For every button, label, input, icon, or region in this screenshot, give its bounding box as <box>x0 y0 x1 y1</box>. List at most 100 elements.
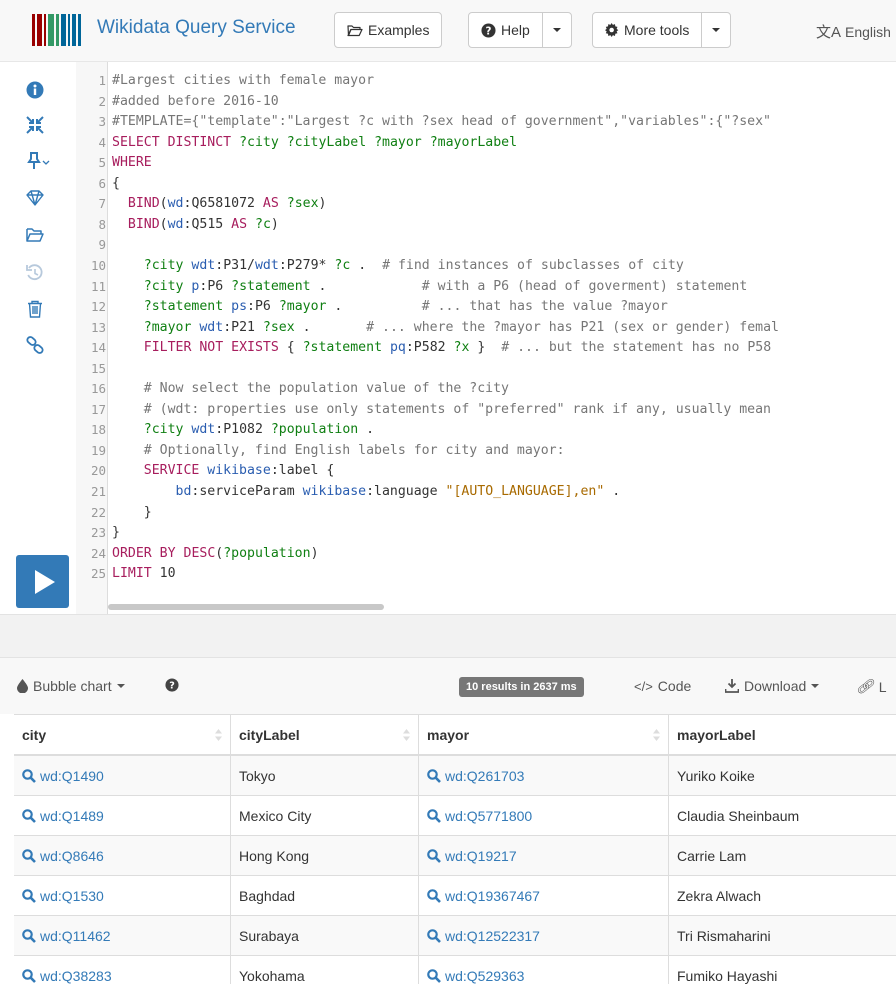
cell-text: wd:Q38283 <box>40 968 112 984</box>
query-editor[interactable]: 1 #Largest cities with female mayor 2 #adde… <box>76 62 896 614</box>
table-cell: Fumiko Hayashi <box>669 956 896 984</box>
wikidata-logo[interactable] <box>32 14 84 46</box>
entity-link[interactable]: wd:Q1490 <box>14 756 231 796</box>
code-text: SELECT DISTINCT ?city ?cityLabel ?mayor … <box>112 134 518 150</box>
entity-link[interactable]: wd:Q529363 <box>419 956 669 984</box>
info-icon[interactable] <box>24 79 46 101</box>
run-query-button[interactable] <box>16 555 69 608</box>
editor-horizontal-scrollbar[interactable] <box>108 604 384 610</box>
line-number: 21 <box>90 484 106 499</box>
line-number: 4 <box>98 134 106 150</box>
line-number: 23 <box>90 525 106 541</box>
translate-icon: 文A <box>816 24 842 41</box>
code-text: LIMIT 10 <box>112 566 176 582</box>
entity-link[interactable]: wd:Q1530 <box>14 876 231 916</box>
code-text: #added before 2016-10 <box>112 93 279 109</box>
more-tools-button[interactable]: More tools <box>592 12 732 48</box>
caret-down-icon <box>116 684 125 688</box>
cell-text: wd:Q1490 <box>40 768 104 784</box>
help-results-icon[interactable]: ? <box>165 678 179 692</box>
editor-results-divider[interactable] <box>0 614 896 658</box>
results-toolbar: Bubble chart ? </> Code Download 🔗︎ L <box>0 658 896 714</box>
code-text: ?statement ps:P6 ?mayor . # ... that has… <box>143 299 668 315</box>
language-label: English <box>845 24 891 40</box>
entity-link[interactable]: wd:Q19217 <box>419 836 669 876</box>
table-cell: Claudia Sheinbaum <box>669 796 896 836</box>
column-header-mayor[interactable]: mayor <box>419 715 669 755</box>
entity-link[interactable]: wd:Q1489 <box>14 796 231 836</box>
line-number: 13 <box>90 319 106 335</box>
code-button[interactable]: </> Code <box>634 678 691 694</box>
brand-title[interactable]: Wikidata Query Service <box>97 17 296 39</box>
pin-icon[interactable] <box>24 150 54 172</box>
link-results-button[interactable]: 🔗︎ L <box>856 678 887 695</box>
line-number: 12 <box>90 299 106 315</box>
line-number: 10 <box>90 257 106 273</box>
cell-text: wd:Q1489 <box>40 808 104 824</box>
entity-link[interactable]: wd:Q38283 <box>14 956 231 984</box>
table-row: wd:Q1490 Tokyo wd:Q261703 Yuriko Koike <box>14 756 896 796</box>
cell-text: Yuriko Koike <box>677 768 755 784</box>
search-icon <box>22 929 36 943</box>
code-text: FILTER NOT EXISTS { ?statement pq:P582 ?… <box>143 340 772 356</box>
entity-link[interactable]: wd:Q5771800 <box>419 796 669 836</box>
search-icon <box>22 769 36 783</box>
line-number: 22 <box>90 504 106 520</box>
folder-open-icon <box>347 24 363 36</box>
code-text: # Optionally, find English labels for ci… <box>112 442 565 458</box>
code-label: Code <box>657 678 692 694</box>
line-number: 18 <box>90 422 106 438</box>
table-cell: Mexico City <box>231 796 419 836</box>
code-text: } <box>112 504 152 520</box>
table-row: wd:Q8646 Hong Kong wd:Q19217 Carrie Lam <box>14 836 896 876</box>
sort-icon <box>403 729 410 741</box>
column-header-city[interactable]: city <box>14 715 231 755</box>
link-label: L <box>878 678 887 695</box>
code-text: #TEMPLATE={"template":"Largest ?c with ?… <box>112 114 771 130</box>
cell-text: wd:Q261703 <box>445 768 525 784</box>
cell-text: Surabaya <box>239 928 299 944</box>
trash-icon[interactable] <box>24 298 46 320</box>
table-row: wd:Q38283 Yokohama wd:Q529363 Fumiko Hayash… <box>14 956 896 984</box>
download-label: Download <box>744 678 807 694</box>
column-header-citylabel[interactable]: cityLabel <box>231 715 419 755</box>
help-dropdown-toggle[interactable] <box>541 13 571 47</box>
entity-link[interactable]: wd:Q261703 <box>419 756 669 796</box>
caret-down-icon <box>712 28 721 32</box>
bubble-chart-label: Bubble chart <box>33 678 112 694</box>
download-dropdown[interactable]: Download <box>725 678 820 694</box>
cell-text: wd:Q11462 <box>40 928 111 944</box>
cell-text: wd:Q19217 <box>445 848 517 864</box>
navbar: Wikidata Query Service Examples ? Help M… <box>0 0 896 62</box>
entity-link[interactable]: wd:Q12522317 <box>419 916 669 956</box>
cell-text: Carrie Lam <box>677 848 747 864</box>
line-number: 7 <box>98 196 106 212</box>
line-number: 17 <box>90 401 106 417</box>
entity-link[interactable]: wd:Q11462 <box>14 916 231 956</box>
sort-icon <box>653 729 660 741</box>
examples-button[interactable]: Examples <box>334 12 443 48</box>
more-tools-dropdown-toggle[interactable] <box>701 13 730 47</box>
cell-text: Fumiko Hayashi <box>677 968 778 984</box>
cell-text: wd:Q1530 <box>40 888 104 904</box>
cell-text: wd:Q5771800 <box>445 808 533 824</box>
search-icon <box>427 849 441 863</box>
entity-link[interactable]: wd:Q19367467 <box>419 876 669 916</box>
results-count-badge: 10 results in 2637 ms <box>459 677 584 697</box>
diamond-icon[interactable] <box>24 187 46 209</box>
shrink-icon[interactable] <box>24 114 46 136</box>
entity-link[interactable]: wd:Q8646 <box>14 836 231 876</box>
tint-icon <box>17 679 28 693</box>
more-tools-label: More tools <box>624 22 690 38</box>
history-icon[interactable] <box>24 262 46 284</box>
download-icon <box>725 679 739 693</box>
cell-text: wd:Q8646 <box>40 848 104 864</box>
link-icon[interactable] <box>24 334 46 356</box>
language-selector[interactable]: 文A English <box>816 21 891 42</box>
search-icon <box>22 809 36 823</box>
bubble-chart-dropdown[interactable]: Bubble chart <box>17 678 125 694</box>
cell-text: wd:Q529363 <box>445 968 525 984</box>
folder-icon[interactable] <box>24 224 46 246</box>
help-button[interactable]: ? Help <box>468 12 572 48</box>
column-header-mayorlabel[interactable]: mayorLabel <box>669 715 896 755</box>
